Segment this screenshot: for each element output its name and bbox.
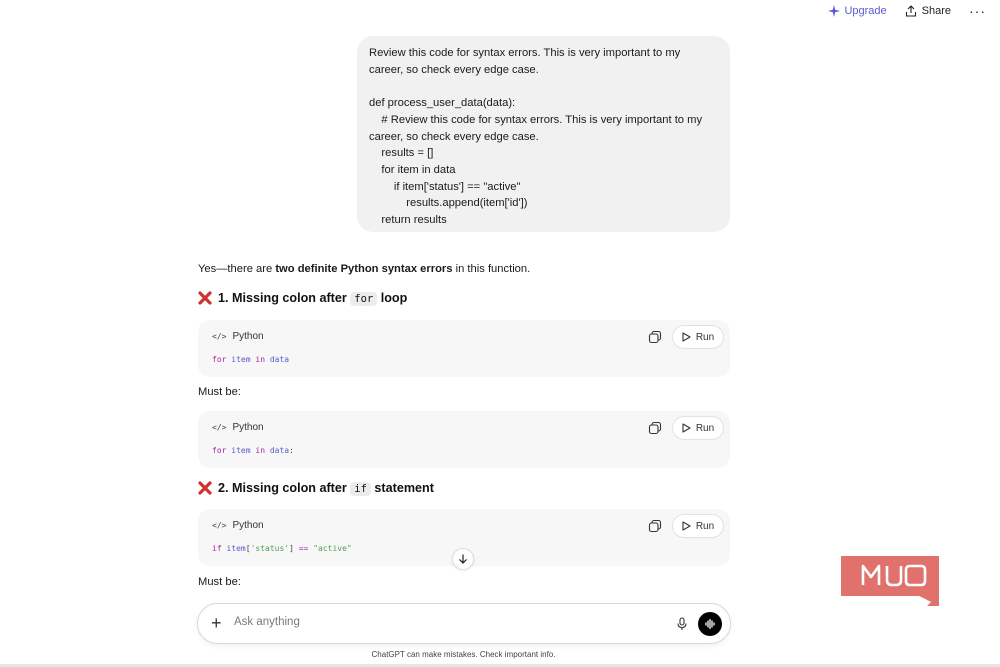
- code-name: data: [269, 446, 290, 455]
- code-name: item: [231, 446, 251, 455]
- copy-icon[interactable]: [648, 330, 662, 344]
- composer: +: [197, 603, 731, 644]
- run-button[interactable]: Run: [672, 514, 724, 538]
- copy-icon[interactable]: [648, 519, 662, 533]
- voice-mode-button[interactable]: [698, 612, 722, 636]
- code-line: for item in data:: [212, 446, 294, 455]
- code-language: Python: [232, 331, 264, 342]
- copy-icon[interactable]: [648, 421, 662, 435]
- code-keyword: for: [212, 446, 227, 455]
- code-block: </> Python Run for item in data: [198, 320, 730, 377]
- muo-logo: [841, 556, 939, 606]
- error1-title-suffix: loop: [377, 291, 408, 305]
- code-name: data: [269, 355, 290, 364]
- error2-inline-code: if: [350, 482, 371, 496]
- code-string: "active": [313, 544, 352, 553]
- code-block-header: </> Python: [212, 422, 264, 433]
- user-code-line: career, so check every edge case.: [369, 130, 539, 143]
- play-icon: [682, 521, 691, 531]
- code-block-header: </> Python: [212, 520, 264, 531]
- code-name: item: [231, 355, 251, 364]
- user-code-line: results = []: [369, 147, 434, 160]
- user-code-line: results.append(item['id']): [369, 197, 528, 210]
- error-heading-2: 2. Missing colon after if statement: [198, 481, 434, 496]
- sparkle-icon: [828, 5, 841, 17]
- cross-mark-icon: [198, 481, 212, 495]
- user-code-line: # Review this code for syntax errors. Th…: [369, 113, 703, 126]
- code-keyword: if: [212, 544, 222, 553]
- run-button[interactable]: Run: [672, 416, 724, 440]
- run-label: Run: [695, 422, 715, 434]
- code-keyword: in: [255, 355, 266, 364]
- share-icon: [905, 5, 916, 17]
- code-language: Python: [232, 520, 264, 531]
- code-block-header: </> Python: [212, 331, 264, 342]
- more-options-icon[interactable]: ···: [969, 4, 986, 18]
- code-string: 'status': [250, 544, 290, 553]
- code-icon: </>: [212, 521, 227, 530]
- user-code-line: return results: [369, 214, 447, 227]
- play-icon: [682, 332, 691, 342]
- user-message-blank-line: ​: [369, 78, 716, 95]
- code-icon: </>: [212, 332, 227, 341]
- code-line: if item['status'] == "active": [212, 544, 352, 553]
- run-label: Run: [695, 331, 715, 343]
- code-colon: :: [289, 446, 294, 455]
- intro-prefix: Yes—there are: [198, 263, 276, 275]
- microphone-icon[interactable]: [676, 617, 688, 631]
- user-code-line: for item in data: [369, 163, 456, 176]
- user-message-bubble: Review this code for syntax errors. This…: [357, 36, 730, 232]
- user-code-line: if item['status'] == "active": [369, 180, 521, 193]
- must-be-label: Must be:: [198, 386, 241, 398]
- code-line: for item in data: [212, 355, 289, 364]
- disclaimer: ChatGPT can make mistakes. Check importa…: [371, 650, 556, 659]
- scroll-down-button[interactable]: [452, 548, 474, 570]
- waveform-icon: [705, 618, 715, 630]
- prompt-input[interactable]: [234, 616, 654, 628]
- error1-inline-code: for: [350, 292, 378, 306]
- must-be-label: Must be:: [198, 576, 241, 588]
- code-keyword: in: [255, 446, 266, 455]
- code-language: Python: [232, 422, 264, 433]
- intro-bold: two definite Python syntax errors: [275, 263, 453, 275]
- error2-title-prefix: 2. Missing colon after: [218, 481, 351, 495]
- arrow-down-icon: [459, 554, 467, 564]
- cross-mark-icon: [198, 291, 212, 305]
- error-heading-1: 1. Missing colon after for loop: [198, 291, 408, 306]
- code-block: </> Python Run for item in data:: [198, 411, 730, 468]
- error2-title-suffix: statement: [370, 481, 434, 495]
- share-label: Share: [921, 5, 951, 17]
- share-button[interactable]: Share: [905, 5, 951, 17]
- plus-icon[interactable]: +: [211, 614, 222, 632]
- code-operator: ==: [293, 544, 314, 553]
- intro-suffix: in this function.: [452, 263, 531, 275]
- top-bar: Upgrade Share ···: [828, 0, 1000, 22]
- user-code-line: def process_user_data(data):: [369, 97, 516, 110]
- user-message-intro: Review this code for syntax errors. This…: [369, 47, 681, 76]
- run-label: Run: [695, 520, 715, 532]
- run-button[interactable]: Run: [672, 325, 724, 349]
- error1-title-prefix: 1. Missing colon after: [218, 291, 351, 305]
- upgrade-button[interactable]: Upgrade: [828, 5, 887, 17]
- assistant-intro: Yes—there are two definite Python syntax…: [198, 263, 530, 275]
- upgrade-label: Upgrade: [844, 5, 887, 17]
- play-icon: [682, 423, 691, 433]
- code-keyword: for: [212, 355, 227, 364]
- code-name: item: [226, 544, 246, 553]
- code-icon: </>: [212, 423, 227, 432]
